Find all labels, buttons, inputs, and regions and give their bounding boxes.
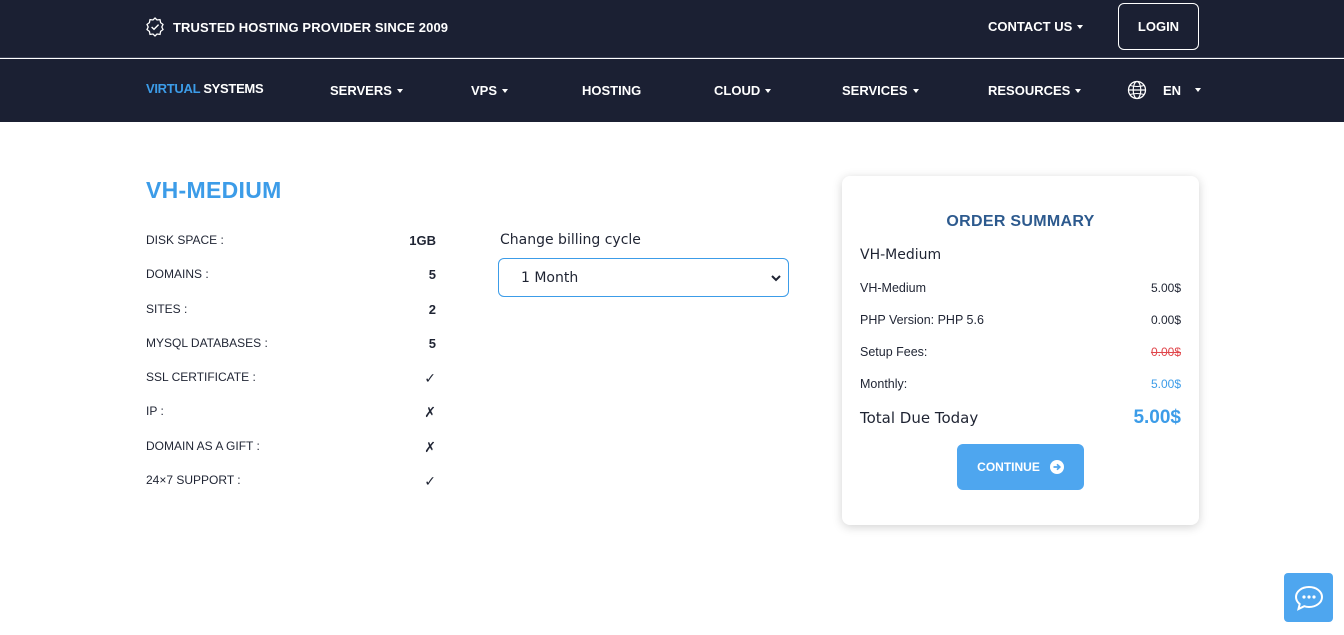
continue-label: CONTINUE <box>977 460 1040 474</box>
logo-systems: SYSTEMS <box>203 81 264 96</box>
spec-row: 24×7 SUPPORT : ✓ <box>146 473 436 507</box>
spec-row: DOMAIN AS A GIFT : ✗ <box>146 439 436 473</box>
check-icon: ✓ <box>424 473 436 490</box>
spec-value: 5 <box>428 335 436 351</box>
spec-label: SSL CERTIFICATE : <box>146 370 256 385</box>
nav-item-hosting[interactable]: HOSTING <box>582 83 641 98</box>
nav-item-servers[interactable]: SERVERS <box>330 83 403 98</box>
spec-label: MYSQL DATABASES : <box>146 335 268 350</box>
spec-row: MYSQL DATABASES : 5 <box>146 336 436 370</box>
nav-item-vps[interactable]: VPS <box>471 83 509 98</box>
summary-line-label: Monthly: <box>860 377 908 391</box>
product-title: VH-MEDIUM <box>146 177 282 203</box>
caret-down-icon <box>502 88 509 93</box>
total-due-amount: 5.00$ <box>1133 407 1181 428</box>
spec-label: DOMAIN AS A GIFT : <box>146 438 260 453</box>
spec-row: SSL CERTIFICATE : ✓ <box>146 370 436 404</box>
caret-down-icon <box>1075 88 1082 93</box>
summary-product-name: VH-Medium <box>860 247 942 263</box>
total-due-label: Total Due Today <box>860 409 979 427</box>
spec-label: DISK SPACE : <box>146 233 224 247</box>
summary-line: Setup Fees: 0.00$ <box>860 345 1181 359</box>
globe-icon <box>1127 80 1147 100</box>
setup-fee-amount: 0.00$ <box>1150 345 1181 359</box>
total-due-row: Total Due Today 5.00$ <box>860 407 1181 429</box>
billing-cycle-select[interactable]: 1 Month <box>498 258 789 297</box>
caret-down-icon <box>396 88 403 93</box>
summary-line: Monthly: 5.00$ <box>860 377 1181 391</box>
spec-value: 5 <box>428 267 436 283</box>
contact-us-menu[interactable]: CONTACT US <box>988 19 1084 34</box>
summary-line-label: PHP Version: PHP 5.6 <box>860 313 984 327</box>
spec-label: 24×7 SUPPORT : <box>146 473 241 488</box>
summary-line: VH-Medium 5.00$ <box>860 281 1181 295</box>
site-logo[interactable]: VIRTUAL SYSTEMS <box>146 81 264 96</box>
nav-item-label: SERVICES <box>842 83 908 98</box>
nav-item-label: RESOURCES <box>988 83 1071 98</box>
caret-down-icon <box>1077 24 1084 29</box>
chevron-down-icon <box>771 275 781 282</box>
continue-button[interactable]: CONTINUE <box>957 444 1084 490</box>
arrow-right-circle-icon <box>1049 460 1064 474</box>
main-nav: VIRTUAL SYSTEMS SERVERS VPS HOSTING CLOU… <box>0 59 1344 122</box>
summary-line: PHP Version: PHP 5.6 0.00$ <box>860 313 1181 327</box>
spec-row: SITES : 2 <box>146 302 436 336</box>
nav-item-label: HOSTING <box>582 83 642 98</box>
nav-item-cloud[interactable]: CLOUD <box>714 83 772 98</box>
chat-bubble-icon <box>1294 585 1323 611</box>
language-selector[interactable]: EN <box>1127 80 1202 100</box>
monthly-amount: 5.00$ <box>1150 377 1181 391</box>
caret-down-icon <box>765 88 772 93</box>
caret-down-icon <box>1195 88 1202 92</box>
nav-item-resources[interactable]: RESOURCES <box>988 83 1082 98</box>
certificate-badge-icon <box>146 17 164 37</box>
nav-item-label: CLOUD <box>714 83 761 98</box>
product-specs: DISK SPACE : 1GB DOMAINS : 5 SITES : 2 M… <box>146 233 436 507</box>
top-bar: TRUSTED HOSTING PROVIDER SINCE 2009 CONT… <box>0 0 1344 58</box>
billing-cycle-label: Change billing cycle <box>500 232 641 248</box>
order-summary-card: ORDER SUMMARY VH-Medium VH-Medium 5.00$ … <box>842 176 1199 525</box>
summary-line-label: VH-Medium <box>860 281 926 295</box>
nav-item-services[interactable]: SERVICES <box>842 83 919 98</box>
spec-label: DOMAINS : <box>146 267 209 282</box>
spec-row: DISK SPACE : 1GB <box>146 233 436 267</box>
nav-item-label: SERVERS <box>330 83 392 98</box>
cross-icon: ✗ <box>424 438 436 455</box>
check-icon: ✓ <box>424 370 436 387</box>
summary-line-label: Setup Fees: <box>860 345 928 359</box>
spec-value: 1GB <box>409 233 436 248</box>
language-label: EN <box>1163 82 1182 98</box>
spec-label: SITES : <box>146 301 188 316</box>
trusted-banner: TRUSTED HOSTING PROVIDER SINCE 2009 <box>146 17 448 37</box>
caret-down-icon <box>912 88 919 93</box>
spec-label: IP : <box>146 404 164 419</box>
chat-widget-button[interactable] <box>1284 573 1333 622</box>
billing-cycle-value: 1 Month <box>521 269 579 286</box>
nav-item-label: VPS <box>471 83 498 98</box>
summary-line-amount: 5.00$ <box>1150 281 1181 295</box>
order-summary-title: ORDER SUMMARY <box>946 213 1095 230</box>
spec-value: 2 <box>428 301 436 317</box>
trusted-text: TRUSTED HOSTING PROVIDER SINCE 2009 <box>173 19 449 35</box>
logo-virtual: VIRTUAL <box>146 81 200 96</box>
cross-icon: ✗ <box>424 404 436 421</box>
spec-row: IP : ✗ <box>146 404 436 438</box>
login-button[interactable]: LOGIN <box>1118 3 1199 50</box>
summary-line-amount: 0.00$ <box>1150 313 1181 327</box>
contact-us-label: CONTACT US <box>988 19 1073 34</box>
spec-row: DOMAINS : 5 <box>146 267 436 301</box>
